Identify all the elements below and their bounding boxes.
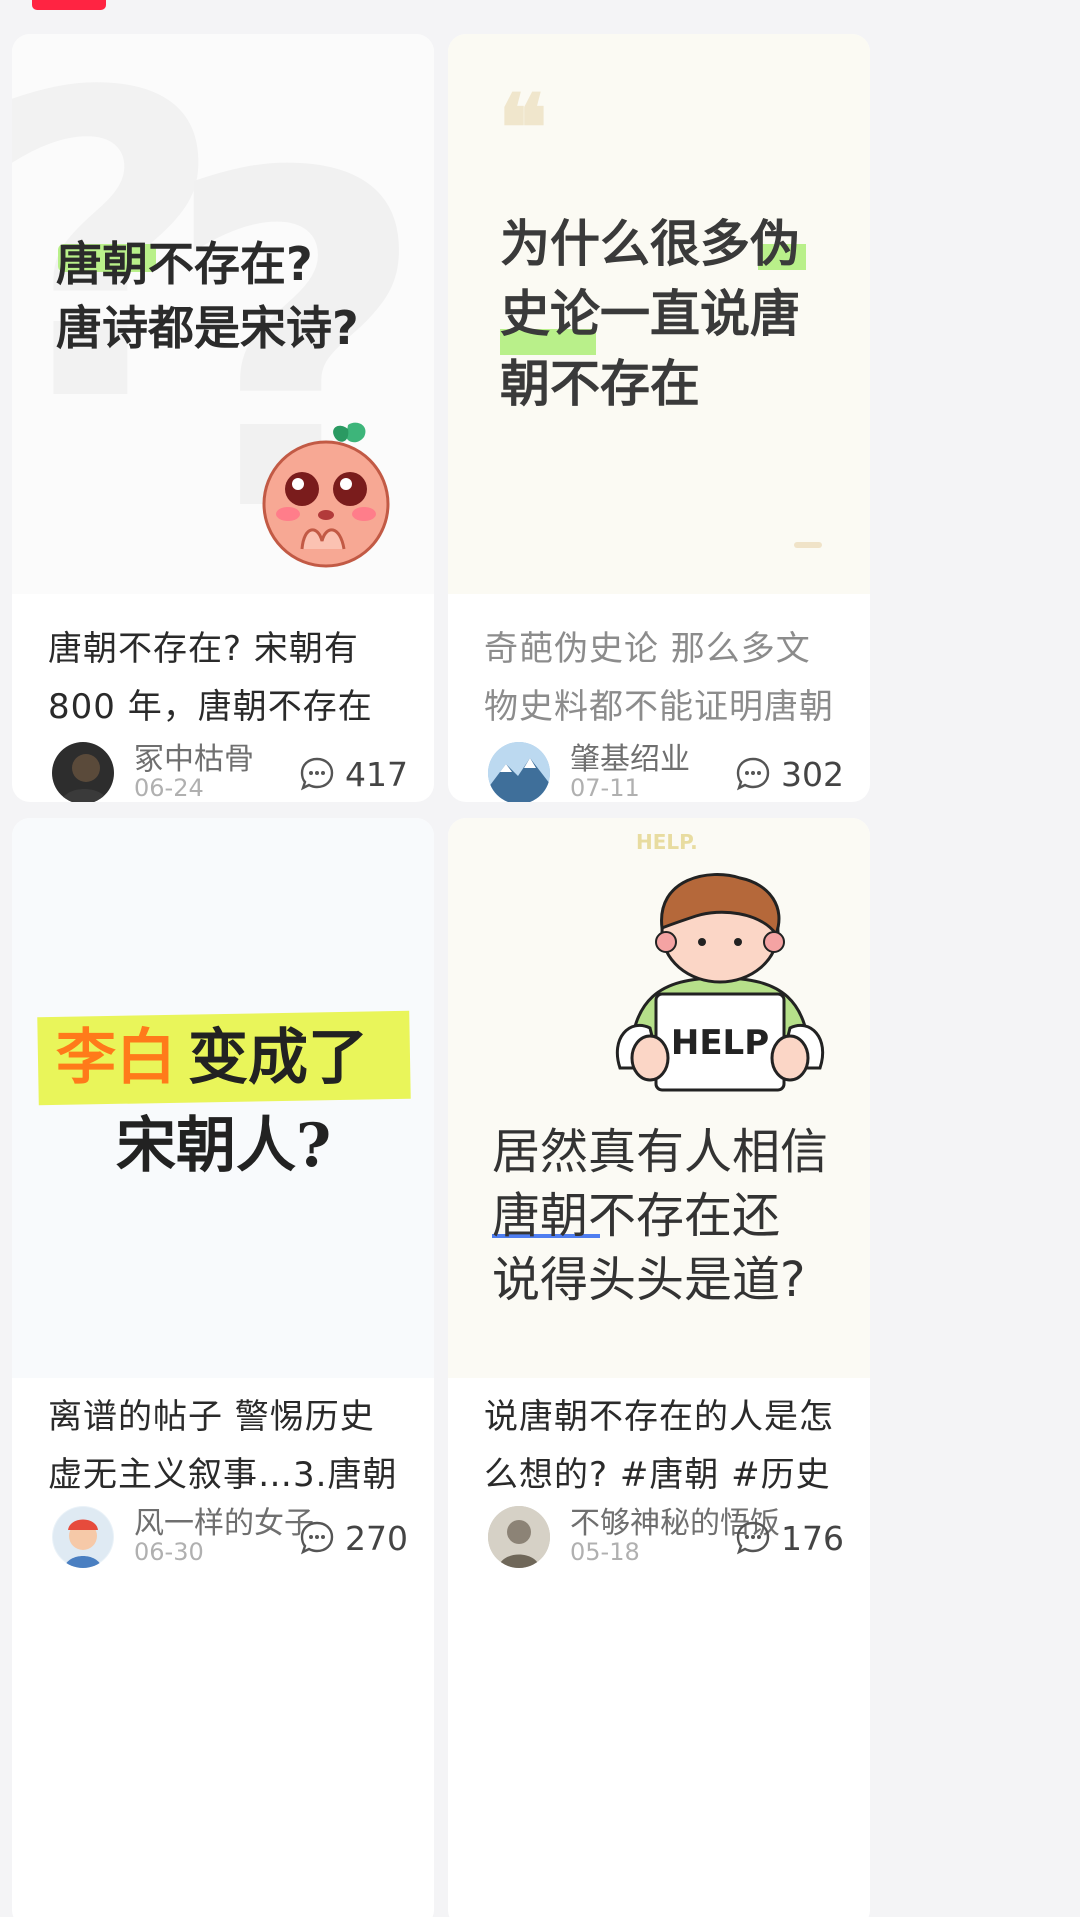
- post-title[interactable]: 奇葩伪史论 那么多文物史料都不能证明唐朝存在吗? …: [474, 620, 844, 736]
- post-meta: 冢中枯骨 06-24 417: [38, 734, 408, 802]
- active-tab-indicator: [32, 0, 106, 10]
- post-date: 06-24: [134, 774, 204, 802]
- speech-bubble-icon: [300, 757, 334, 791]
- cover-headline-1: 唐朝不存在?: [56, 237, 313, 291]
- post-cover: 李白 变成了 宋朝人?: [12, 818, 434, 1378]
- avatar[interactable]: [52, 1506, 114, 1568]
- decorative-dash: [794, 542, 822, 548]
- avatar[interactable]: [52, 742, 114, 802]
- author-name[interactable]: 冢中枯骨: [134, 734, 254, 778]
- cover-headline-accent: 李白: [56, 1023, 176, 1093]
- comment-count: 417: [345, 754, 408, 794]
- cover-headline-1: 为什么很多伪: [500, 215, 800, 273]
- author-name[interactable]: 风一样的女子: [134, 1498, 314, 1542]
- post-title[interactable]: 说唐朝不存在的人是怎么想的? #唐朝 #历史 #伪史…: [474, 1388, 844, 1504]
- speech-bubble-icon: [736, 757, 770, 791]
- post-meta: 风一样的女子 06-30 270: [38, 1498, 408, 1568]
- comment-count-button[interactable]: 302: [733, 754, 844, 794]
- comment-count-button[interactable]: 417: [297, 754, 408, 794]
- quote-mark-icon: ❝: [498, 74, 548, 182]
- comment-count: 302: [781, 754, 844, 794]
- cover-headline-2: 史论一直说唐: [500, 285, 800, 343]
- post-card[interactable]: ❝ 为什么很多伪 史论一直说唐 朝不存在 奇葩伪史论 那么多文物史料都不能证明唐…: [448, 34, 870, 802]
- post-title[interactable]: 唐朝不存在? 宋朝有 800 年，唐朝不存在吗?#唐朝…: [38, 620, 408, 736]
- cover-headline-2: 唐朝不存在还: [492, 1188, 781, 1244]
- post-cover: ? ? 唐朝不存在? 唐诗都是宋诗?: [12, 34, 434, 594]
- post-meta: 不够神秘的悟饭 05-18 176: [474, 1498, 844, 1568]
- post-card[interactable]: ? ? 唐朝不存在? 唐诗都是宋诗? 唐朝不存在? 宋朝有 800 年，唐朝不存…: [12, 34, 434, 802]
- help-sign-text: HELP: [671, 1023, 769, 1063]
- post-date: 06-30: [134, 1538, 204, 1566]
- boy-holding-help-sign-illustration: HELP: [615, 873, 825, 1092]
- cover-headline-1: 居然真有人相信: [492, 1124, 829, 1180]
- post-card[interactable]: 李白 变成了 宋朝人? 离谱的帖子 警惕历史虚无主义叙事…3.唐朝是割据政… 风…: [12, 818, 434, 1917]
- speech-bubble-icon: [300, 1521, 334, 1555]
- post-meta: 肇基绍业 07-11 302: [474, 734, 844, 802]
- author-name[interactable]: 肇基绍业: [570, 734, 690, 778]
- comment-count: 176: [781, 1518, 844, 1558]
- comment-count-button[interactable]: 176: [733, 1518, 844, 1558]
- post-card[interactable]: HELP. HELP 居然真有人相信 唐朝不存在还 说得头头是道? 说唐朝不存在…: [448, 818, 870, 1917]
- cover-headline-2: 唐诗都是宋诗?: [56, 301, 359, 355]
- cover-headline-3: 朝不存在: [500, 355, 700, 413]
- post-cover: HELP. HELP 居然真有人相信 唐朝不存在还 说得头头是道?: [448, 818, 870, 1378]
- cover-headline-2: 宋朝人?: [116, 1111, 332, 1181]
- post-date: 05-18: [570, 1538, 640, 1566]
- comment-count: 270: [345, 1518, 408, 1558]
- speech-bubble-icon: [736, 1521, 770, 1555]
- avatar[interactable]: [488, 1506, 550, 1568]
- cover-headline-3: 说得头头是道?: [492, 1252, 806, 1308]
- post-cover: ❝ 为什么很多伪 史论一直说唐 朝不存在: [448, 34, 870, 594]
- cover-headline-1: 变成了: [188, 1023, 368, 1093]
- help-caption: HELP.: [636, 830, 698, 854]
- post-title[interactable]: 离谱的帖子 警惕历史虚无主义叙事…3.唐朝是割据政…: [38, 1388, 408, 1504]
- post-date: 07-11: [570, 774, 640, 802]
- avatar[interactable]: [488, 742, 550, 802]
- comment-count-button[interactable]: 270: [297, 1518, 408, 1558]
- crying-mascot-sticker: [262, 422, 390, 568]
